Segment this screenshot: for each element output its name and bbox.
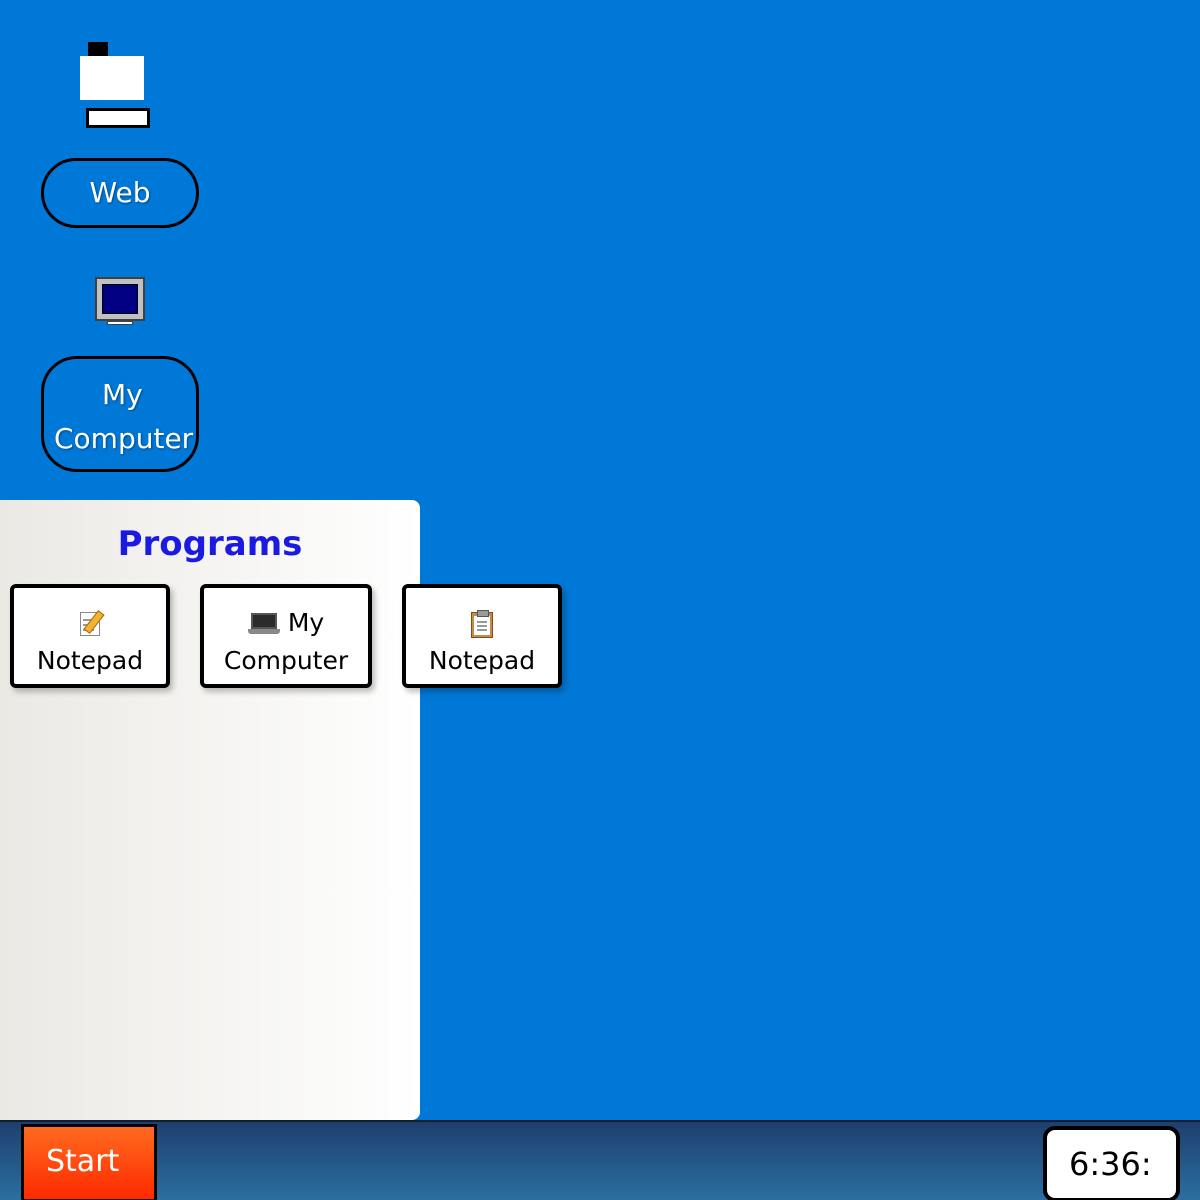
taskbar-clock[interactable]: 6:36: (1043, 1126, 1180, 1200)
tile-icon-row: My (204, 604, 368, 642)
start-button[interactable]: Start (21, 1124, 157, 1200)
clipboard-icon (470, 610, 494, 638)
tile-icon-row (14, 604, 166, 642)
program-tile-notepad-label: Notepad (36, 646, 144, 675)
desktop-icon-my-computer-label-line1: My (102, 378, 143, 411)
monitor-stand (107, 321, 133, 325)
program-tile-notepad-2[interactable]: Notepad (402, 584, 562, 688)
start-menu: Programs Notepad My Computer Notepad (0, 500, 562, 1120)
program-tile-my-computer[interactable]: My Computer (200, 584, 372, 688)
taskbar: Start 6:36: (0, 1120, 1200, 1200)
program-tile-notepad-2-label: Notepad (428, 646, 536, 675)
desktop: Web My Computer Programs Notepad My Comp… (0, 0, 1200, 1120)
programs-title: Programs (117, 524, 303, 564)
desktop-icon-my-computer-label[interactable]: My Computer (41, 356, 199, 472)
notepad-pencil-icon (78, 610, 105, 638)
laptop-icon (247, 612, 280, 636)
desktop-icon-my-computer-label-line2: Computer (54, 422, 194, 455)
program-tile-notepad[interactable]: Notepad (10, 584, 170, 688)
web-icon[interactable] (80, 42, 156, 134)
program-tile-my-computer-label-line1: My (287, 608, 325, 637)
tile-icon-row (406, 604, 558, 642)
monitor-icon[interactable] (95, 277, 145, 325)
monitor-screen (102, 284, 138, 314)
web-icon-base (86, 108, 150, 128)
program-tile-my-computer-label-line2: Computer (223, 646, 349, 675)
monitor-frame (95, 277, 145, 321)
desktop-icon-web-label[interactable]: Web (41, 158, 199, 228)
web-icon-box (80, 56, 144, 100)
